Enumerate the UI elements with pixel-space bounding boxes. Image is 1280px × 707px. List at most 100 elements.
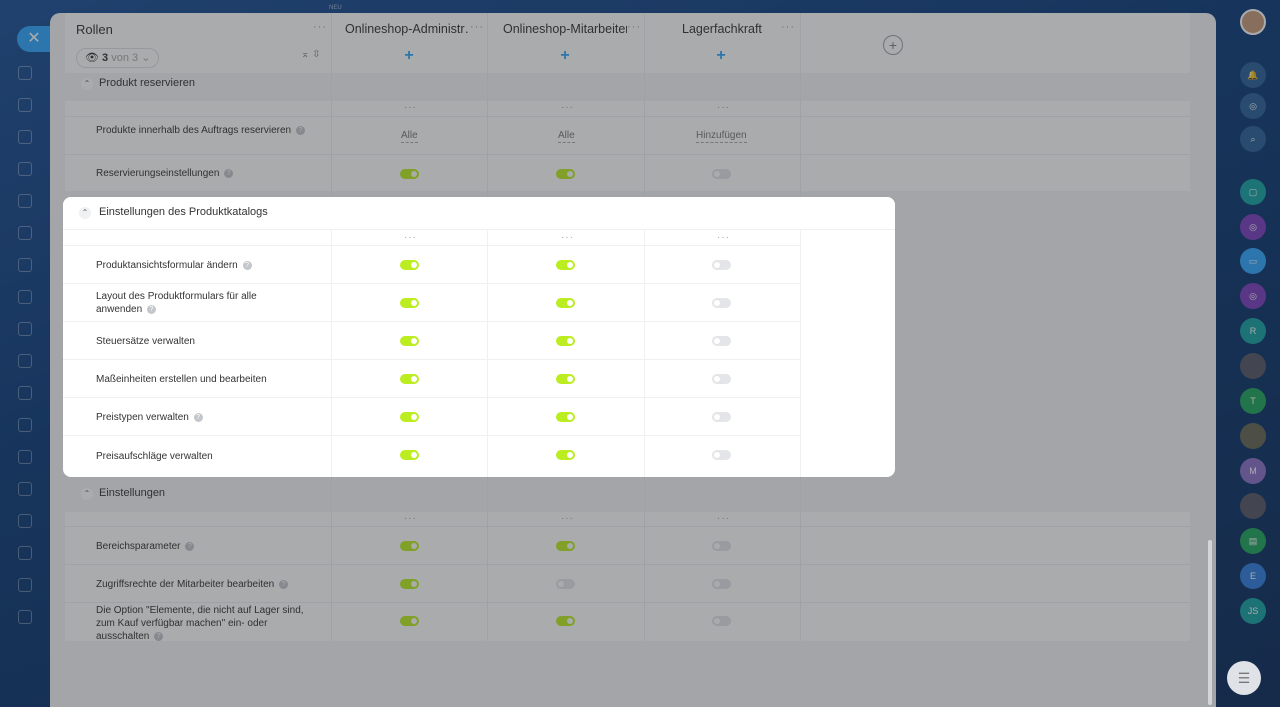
more-icon[interactable]: ··· bbox=[627, 21, 641, 33]
add-member-button[interactable]: + bbox=[712, 47, 730, 65]
more-icon[interactable]: ··· bbox=[561, 102, 574, 113]
permission-toggle[interactable] bbox=[556, 450, 575, 460]
more-icon[interactable]: ··· bbox=[781, 21, 795, 33]
add-role-button[interactable]: + bbox=[883, 35, 903, 55]
contact-avatar-t[interactable]: T bbox=[1240, 388, 1266, 414]
document-icon[interactable] bbox=[18, 194, 32, 208]
permission-toggle[interactable] bbox=[400, 616, 419, 626]
permission-toggle[interactable] bbox=[556, 336, 575, 346]
help-icon[interactable]: ? bbox=[154, 631, 164, 641]
permission-toggle[interactable] bbox=[556, 412, 575, 422]
marketing-icon[interactable] bbox=[18, 386, 32, 400]
chat-bubble-icon[interactable]: ▭ bbox=[1240, 248, 1266, 274]
more-icon[interactable]: ··· bbox=[404, 232, 417, 243]
role-filter-button[interactable]: 👁 3 von 3 ⌄ bbox=[76, 48, 160, 68]
permission-toggle[interactable] bbox=[712, 169, 731, 179]
permission-toggle[interactable] bbox=[712, 412, 731, 422]
permission-toggle[interactable] bbox=[556, 260, 575, 270]
permission-toggle[interactable] bbox=[400, 541, 419, 551]
permission-toggle[interactable] bbox=[556, 374, 575, 384]
inventory-icon[interactable] bbox=[18, 578, 32, 592]
permission-toggle[interactable] bbox=[400, 374, 419, 384]
column-head-employee[interactable]: Onlineshop-Mitarbeiter bbox=[503, 22, 627, 36]
search-chat-icon[interactable]: ⌕ bbox=[1240, 126, 1266, 152]
permission-toggle[interactable] bbox=[712, 336, 731, 346]
section-header-reserve[interactable]: ⌃ Produkt reservieren bbox=[65, 73, 1190, 95]
permission-toggle[interactable] bbox=[400, 450, 419, 460]
permission-toggle[interactable] bbox=[556, 298, 575, 308]
section-header-settings[interactable]: ⌃ Einstellungen bbox=[65, 483, 1190, 505]
catalog-icon[interactable] bbox=[18, 418, 32, 432]
section-header-catalog[interactable]: ⌃ Einstellungen des Produktkatalogs bbox=[63, 197, 895, 230]
add-member-button[interactable]: + bbox=[556, 47, 574, 65]
more-icon[interactable]: ··· bbox=[313, 21, 327, 33]
permission-toggle[interactable] bbox=[712, 298, 731, 308]
contact-avatar-r[interactable]: R bbox=[1240, 318, 1266, 344]
more-icon[interactable]: ··· bbox=[404, 513, 417, 524]
more-icon[interactable]: ··· bbox=[561, 232, 574, 243]
shop-icon[interactable] bbox=[18, 482, 32, 496]
group-icon[interactable] bbox=[18, 546, 32, 560]
copilot-icon[interactable]: ◎ bbox=[1240, 93, 1266, 119]
help-icon[interactable]: ? bbox=[185, 541, 195, 551]
permission-toggle[interactable] bbox=[400, 412, 419, 422]
value-link[interactable]: Hinzufügen bbox=[696, 130, 747, 143]
close-slider-button[interactable]: ✕ bbox=[17, 26, 51, 52]
contact-avatar-m[interactable]: M bbox=[1240, 458, 1266, 484]
more-icon[interactable]: ··· bbox=[561, 513, 574, 524]
analytics-icon[interactable] bbox=[18, 450, 32, 464]
permission-toggle[interactable] bbox=[712, 450, 731, 460]
automation-icon[interactable] bbox=[18, 322, 32, 336]
permission-toggle[interactable] bbox=[400, 336, 419, 346]
more-icon[interactable]: ··· bbox=[470, 21, 484, 33]
help-icon[interactable]: ? bbox=[193, 412, 203, 422]
more-icon[interactable]: ··· bbox=[717, 232, 730, 243]
notifications-icon[interactable]: 🔔 bbox=[1240, 62, 1266, 88]
value-link[interactable]: Alle bbox=[558, 130, 575, 143]
channel-icon[interactable]: ◎ bbox=[1240, 283, 1266, 309]
column-head-warehouse[interactable]: Lagerfachkraft bbox=[682, 22, 767, 36]
chat-icon[interactable]: ▤ bbox=[1240, 528, 1266, 554]
mail-icon[interactable] bbox=[18, 610, 32, 624]
chat-fab-icon[interactable]: ☰ bbox=[1227, 661, 1261, 695]
permission-toggle[interactable] bbox=[556, 169, 575, 179]
permission-toggle[interactable] bbox=[712, 260, 731, 270]
contact-avatar[interactable] bbox=[1240, 493, 1266, 519]
help-icon[interactable]: ? bbox=[146, 304, 156, 314]
permission-toggle[interactable] bbox=[556, 616, 575, 626]
permission-toggle[interactable] bbox=[712, 616, 731, 626]
contact-avatar-e[interactable]: E bbox=[1240, 563, 1266, 589]
scrollbar[interactable] bbox=[1208, 540, 1212, 705]
calendar-icon[interactable] bbox=[18, 162, 32, 176]
contact-avatar-js[interactable]: JS bbox=[1240, 598, 1266, 624]
help-icon[interactable]: ? bbox=[279, 579, 289, 589]
collapse-expand-icon[interactable]: ⌅ ⇳ bbox=[301, 49, 321, 60]
more-icon[interactable]: ··· bbox=[717, 513, 730, 524]
crm-icon[interactable] bbox=[18, 258, 32, 272]
permission-toggle[interactable] bbox=[712, 374, 731, 384]
contact-avatar[interactable] bbox=[1240, 423, 1266, 449]
user-avatar[interactable] bbox=[1240, 9, 1266, 35]
chat-icon[interactable] bbox=[18, 130, 32, 144]
feed-icon[interactable] bbox=[18, 98, 32, 112]
help-icon[interactable]: ? bbox=[295, 125, 305, 135]
contacts-icon[interactable] bbox=[18, 290, 32, 304]
sites-icon[interactable] bbox=[18, 354, 32, 368]
open-channel-icon[interactable]: ▢ bbox=[1240, 179, 1266, 205]
permission-toggle[interactable] bbox=[556, 579, 575, 589]
add-member-button[interactable]: + bbox=[400, 47, 418, 65]
contact-avatar[interactable] bbox=[1240, 353, 1266, 379]
value-link[interactable]: Alle bbox=[401, 130, 418, 143]
help-icon[interactable]: ? bbox=[224, 168, 234, 178]
permission-toggle[interactable] bbox=[400, 298, 419, 308]
column-head-admin[interactable]: Onlineshop-Administr… bbox=[345, 22, 470, 36]
tasks-icon[interactable] bbox=[18, 226, 32, 240]
permission-toggle[interactable] bbox=[400, 579, 419, 589]
permission-toggle[interactable] bbox=[712, 579, 731, 589]
activity-icon[interactable] bbox=[18, 66, 32, 80]
support-icon[interactable] bbox=[18, 514, 32, 528]
permission-toggle[interactable] bbox=[400, 169, 419, 179]
more-icon[interactable]: ··· bbox=[717, 102, 730, 113]
channel-icon[interactable]: ◎ bbox=[1240, 214, 1266, 240]
help-icon[interactable]: ? bbox=[242, 260, 252, 270]
